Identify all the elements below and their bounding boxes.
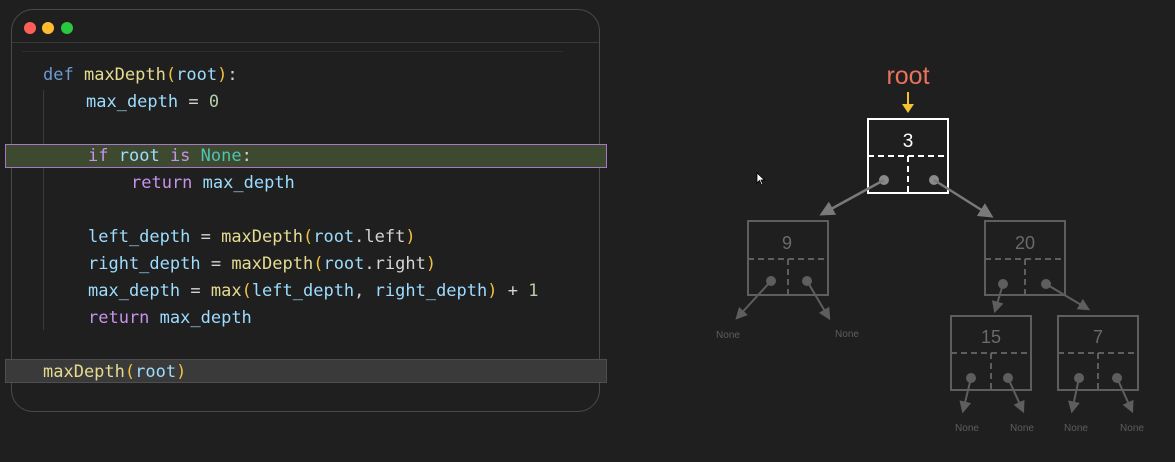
root-label: root — [886, 62, 929, 90]
mouse-cursor-icon — [756, 172, 766, 186]
tree-node-9: 9 — [747, 220, 829, 296]
edge-9-none-right — [806, 280, 831, 321]
edge-3-20 — [933, 178, 994, 218]
edge-3-9 — [819, 178, 885, 216]
edge-20-15 — [991, 283, 1004, 314]
root-pointer-arrow — [902, 92, 914, 113]
tree-node-7: 7 — [1057, 315, 1139, 391]
node-value: 3 — [903, 131, 914, 152]
none-label: None — [835, 329, 859, 340]
edge-7-none-right — [1116, 377, 1134, 414]
none-label: None — [1064, 423, 1088, 434]
tree-node-15: 15 — [950, 315, 1032, 391]
tree-node-20: 20 — [984, 220, 1066, 296]
edge-7-none-left — [1068, 377, 1080, 414]
node-value: 9 — [782, 233, 792, 253]
none-label: None — [955, 423, 979, 434]
node-value: 15 — [981, 327, 1001, 347]
edge-15-none-right — [1007, 377, 1025, 414]
node-value: 7 — [1093, 327, 1103, 347]
edge-9-none-left — [735, 280, 772, 320]
binary-tree-diagram: root 3 9 None None 20 15 None None 7 Non… — [716, 62, 1144, 434]
none-label: None — [1010, 423, 1034, 434]
edge-20-7 — [1045, 283, 1091, 311]
edge-15-none-left — [959, 377, 972, 414]
node-value: 20 — [1015, 233, 1035, 253]
none-label: None — [1120, 423, 1144, 434]
none-label: None — [716, 330, 740, 341]
